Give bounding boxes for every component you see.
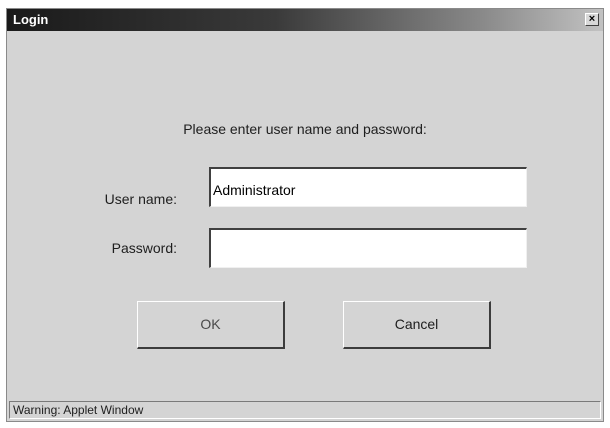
status-bar: Warning: Applet Window bbox=[9, 401, 601, 419]
cancel-button-label: Cancel bbox=[394, 316, 439, 332]
ok-button[interactable]: OK bbox=[137, 301, 285, 349]
close-icon[interactable]: × bbox=[585, 13, 599, 26]
applet-warning-text: Warning: Applet Window bbox=[13, 403, 144, 417]
window-title: Login bbox=[13, 12, 49, 27]
password-input[interactable] bbox=[209, 228, 527, 268]
username-input[interactable] bbox=[209, 167, 527, 207]
cancel-button[interactable]: Cancel bbox=[343, 301, 491, 349]
title-bar[interactable]: Login × bbox=[7, 9, 603, 31]
password-label: Password: bbox=[111, 240, 177, 256]
ok-button-label: OK bbox=[200, 316, 221, 332]
login-prompt: Please enter user name and password: bbox=[183, 121, 427, 137]
username-label: User name: bbox=[104, 191, 177, 207]
login-dialog: Login × Please enter user name and passw… bbox=[6, 8, 604, 422]
